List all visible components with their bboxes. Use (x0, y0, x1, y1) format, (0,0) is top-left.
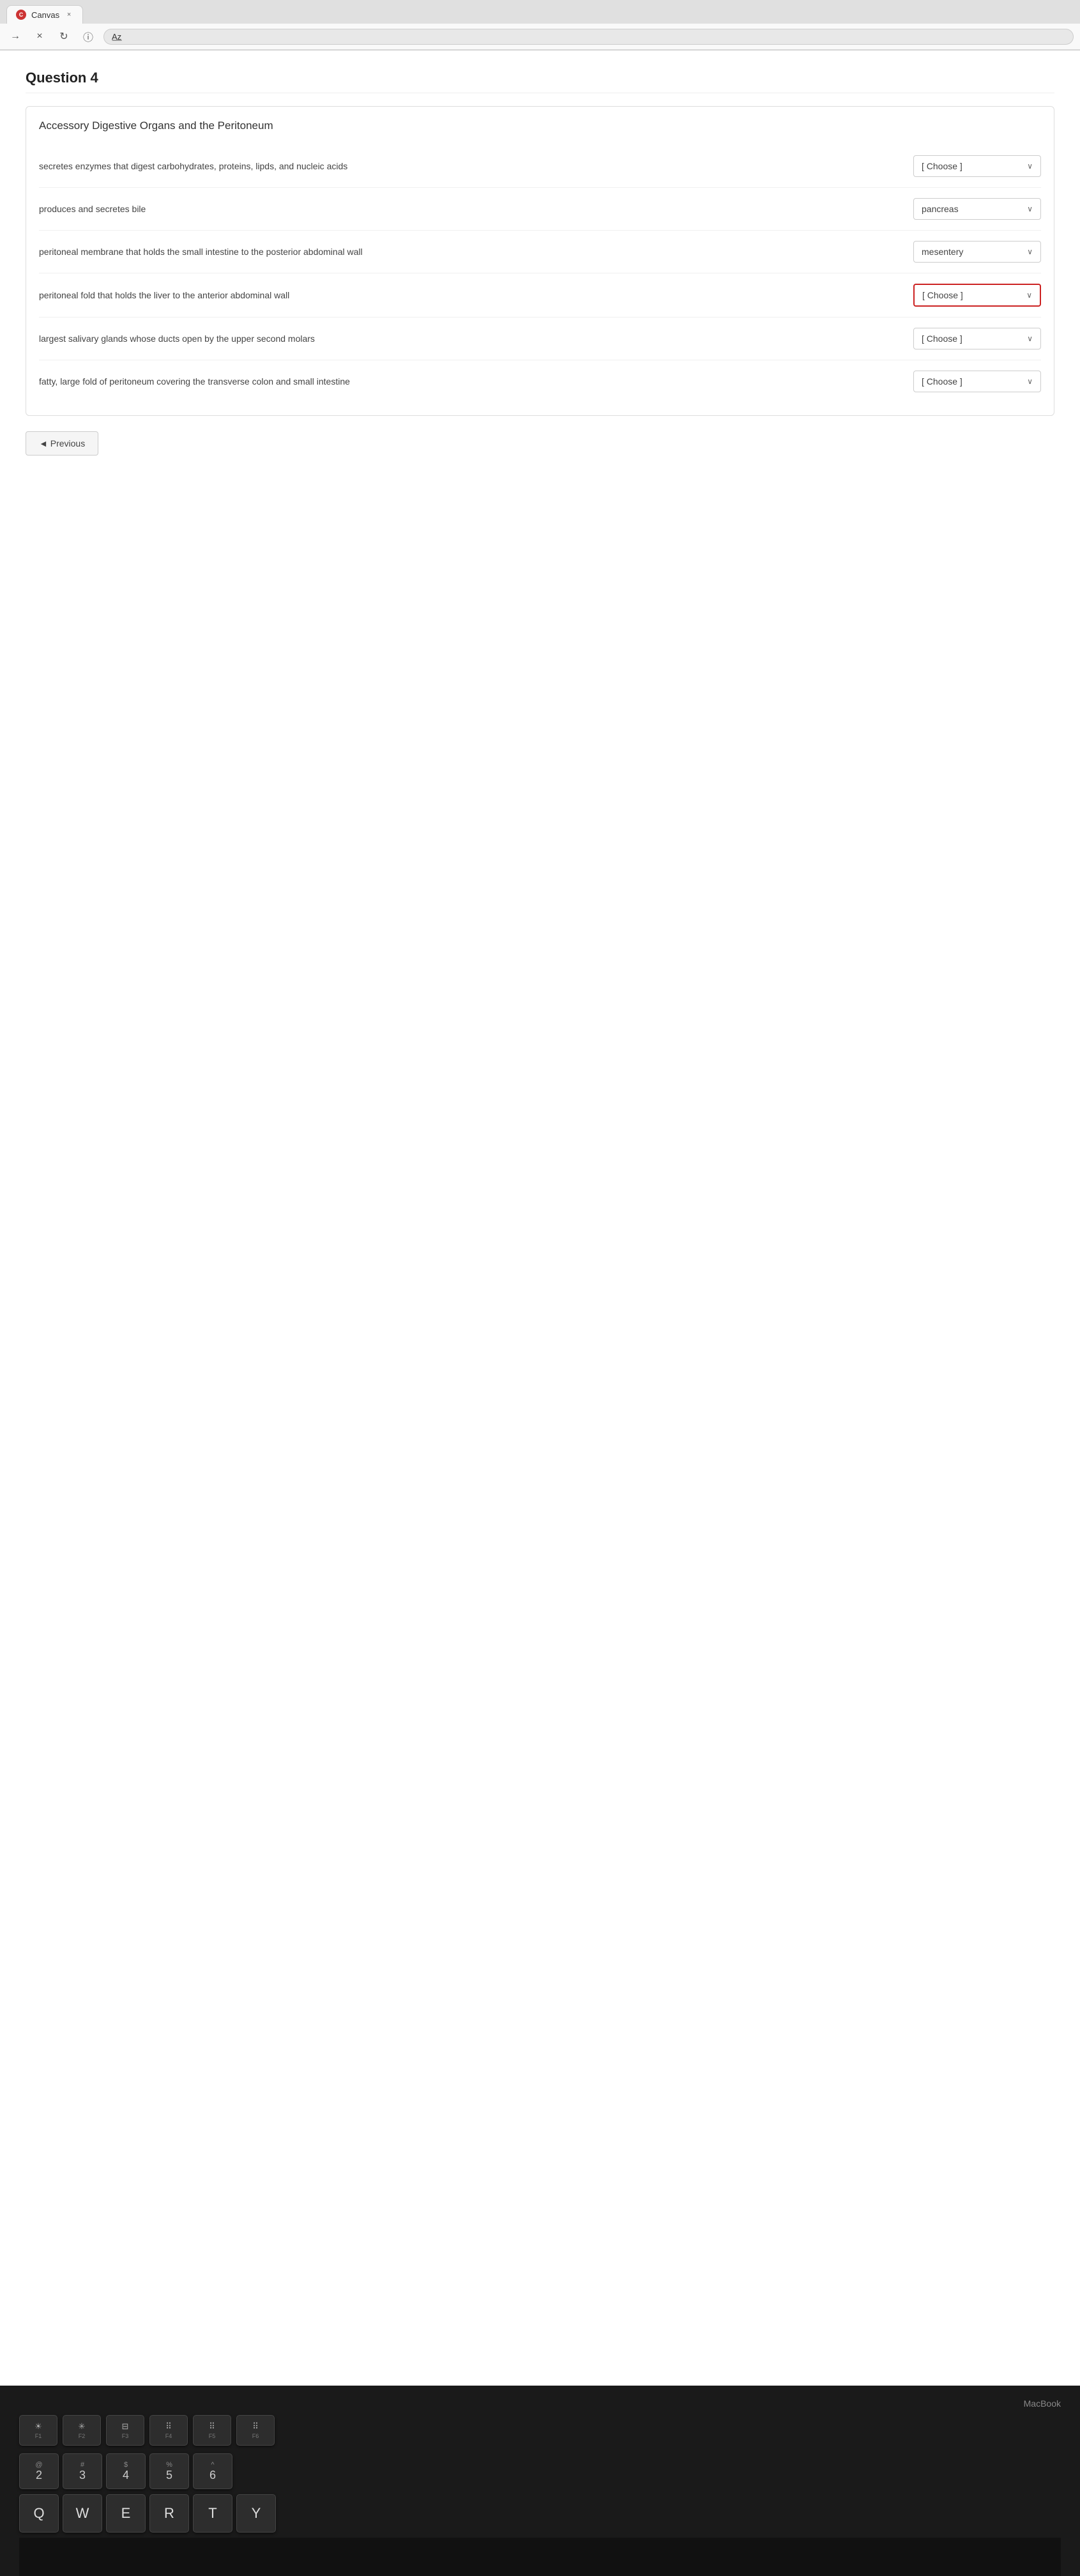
quiz-select-3[interactable]: mesentery ∨ (913, 241, 1041, 263)
quiz-description-6: fatty, large fold of peritoneum covering… (39, 375, 901, 388)
f5-icon: ⠿ (209, 2421, 215, 2432)
previous-button[interactable]: ◄ Previous (26, 431, 98, 456)
dropdown-arrow-3: ∨ (1027, 247, 1033, 256)
key-5: % 5 (149, 2453, 189, 2489)
key-y: Y (236, 2494, 276, 2533)
fn-key-f3: ⊟ F3 (106, 2415, 144, 2446)
macbook-label: MacBook (19, 2398, 1061, 2409)
browser-chrome: C Canvas × → × ↻ ⓘ A̲z̲ (0, 0, 1080, 50)
quiz-description-5: largest salivary glands whose ducts open… (39, 332, 901, 346)
dropdown-arrow-4: ∨ (1026, 291, 1032, 300)
address-bar[interactable]: A̲z̲ (103, 29, 1074, 45)
quiz-description-4: peritoneal fold that holds the liver to … (39, 289, 901, 302)
info-button[interactable]: ⓘ (79, 27, 97, 45)
close-button[interactable]: × (31, 27, 49, 45)
reader-mode-icon: A̲z̲ (112, 32, 121, 42)
fn-key-f1: ☀ F1 (19, 2415, 57, 2446)
quiz-row: produces and secretes bile pancreas ∨ (39, 188, 1041, 231)
fn-key-f2: ✳ F2 (63, 2415, 101, 2446)
key-6-num: 6 (209, 2469, 216, 2482)
quiz-title: Accessory Digestive Organs and the Perit… (39, 119, 1041, 132)
question-header: Question 4 (26, 70, 1054, 93)
quiz-select-value-4: [ Choose ] (922, 290, 963, 300)
number-key-row: @ 2 # 3 $ 4 % 5 ^ 6 (19, 2453, 1061, 2489)
key-6: ^ 6 (193, 2453, 232, 2489)
f6-label: F6 (252, 2433, 259, 2439)
key-2: @ 2 (19, 2453, 59, 2489)
quiz-select-value-2: pancreas (922, 204, 959, 214)
quiz-section: Accessory Digestive Organs and the Perit… (26, 106, 1054, 416)
f6-icon: ⠿ (252, 2421, 259, 2432)
quiz-select-6[interactable]: [ Choose ] ∨ (913, 371, 1041, 392)
quiz-row: peritoneal fold that holds the liver to … (39, 273, 1041, 318)
keyboard-bottom-area (19, 2538, 1061, 2576)
dropdown-arrow-2: ∨ (1027, 204, 1033, 213)
letter-key-row: Q W E R T Y (19, 2494, 1061, 2533)
quiz-row: largest salivary glands whose ducts open… (39, 318, 1041, 360)
key-6-sym: ^ (211, 2461, 214, 2469)
page-content: Question 4 Accessory Digestive Organs an… (0, 50, 1080, 2386)
back-button[interactable]: → (6, 27, 24, 45)
fn-key-f4: ⠿ F4 (149, 2415, 188, 2446)
f3-icon: ⊟ (122, 2421, 129, 2432)
quiz-description-3: peritoneal membrane that holds the small… (39, 245, 901, 259)
dropdown-arrow-1: ∨ (1027, 162, 1033, 171)
quiz-select-1[interactable]: [ Choose ] ∨ (913, 155, 1041, 177)
key-4-sym: $ (124, 2461, 128, 2469)
quiz-select-value-6: [ Choose ] (922, 376, 962, 387)
keyboard-area: MacBook ☀ F1 ✳ F2 ⊟ F3 ⠿ F4 ⠿ F5 ⠿ F6 @ (0, 2386, 1080, 2576)
f2-icon: ✳ (79, 2421, 86, 2432)
f5-label: F5 (209, 2433, 216, 2439)
key-3-sym: # (80, 2461, 84, 2469)
key-4-num: 4 (123, 2469, 129, 2482)
nav-bar: → × ↻ ⓘ A̲z̲ (0, 24, 1080, 50)
browser-tab[interactable]: C Canvas × (6, 5, 83, 24)
f1-label: F1 (35, 2433, 42, 2439)
key-2-num: 2 (36, 2469, 42, 2482)
quiz-row: peritoneal membrane that holds the small… (39, 231, 1041, 273)
tab-label: Canvas (31, 10, 59, 20)
key-5-num: 5 (166, 2469, 172, 2482)
dropdown-arrow-5: ∨ (1027, 334, 1033, 343)
tab-close-button[interactable]: × (65, 10, 73, 19)
fn-key-f6: ⠿ F6 (236, 2415, 275, 2446)
quiz-select-2[interactable]: pancreas ∨ (913, 198, 1041, 220)
f1-icon: ☀ (34, 2421, 42, 2432)
f3-label: F3 (122, 2433, 129, 2439)
key-t: T (193, 2494, 232, 2533)
key-q: Q (19, 2494, 59, 2533)
quiz-select-4[interactable]: [ Choose ] ∨ (913, 284, 1041, 307)
key-r: R (149, 2494, 189, 2533)
quiz-select-value-5: [ Choose ] (922, 334, 962, 344)
quiz-row: fatty, large fold of peritoneum covering… (39, 360, 1041, 402)
f2-label: F2 (79, 2433, 86, 2439)
tab-bar: C Canvas × (0, 0, 1080, 24)
quiz-select-value-3: mesentery (922, 247, 963, 257)
key-w: W (63, 2494, 102, 2533)
key-5-sym: % (166, 2461, 172, 2469)
quiz-row: secretes enzymes that digest carbohydrat… (39, 145, 1041, 188)
f4-label: F4 (165, 2433, 172, 2439)
refresh-button[interactable]: ↻ (55, 27, 73, 45)
quiz-select-value-1: [ Choose ] (922, 161, 962, 171)
key-4: $ 4 (106, 2453, 146, 2489)
quiz-description-1: secretes enzymes that digest carbohydrat… (39, 160, 901, 173)
fn-key-f5: ⠿ F5 (193, 2415, 231, 2446)
f4-icon: ⠿ (165, 2421, 172, 2432)
quiz-description-2: produces and secretes bile (39, 203, 901, 216)
quiz-select-5[interactable]: [ Choose ] ∨ (913, 328, 1041, 349)
key-3-num: 3 (79, 2469, 86, 2482)
key-3: # 3 (63, 2453, 102, 2489)
tab-favicon: C (16, 10, 26, 20)
dropdown-arrow-6: ∨ (1027, 377, 1033, 386)
key-2-sym: @ (35, 2461, 42, 2469)
key-e: E (106, 2494, 146, 2533)
fn-key-row: ☀ F1 ✳ F2 ⊟ F3 ⠿ F4 ⠿ F5 ⠿ F6 (19, 2415, 1061, 2446)
